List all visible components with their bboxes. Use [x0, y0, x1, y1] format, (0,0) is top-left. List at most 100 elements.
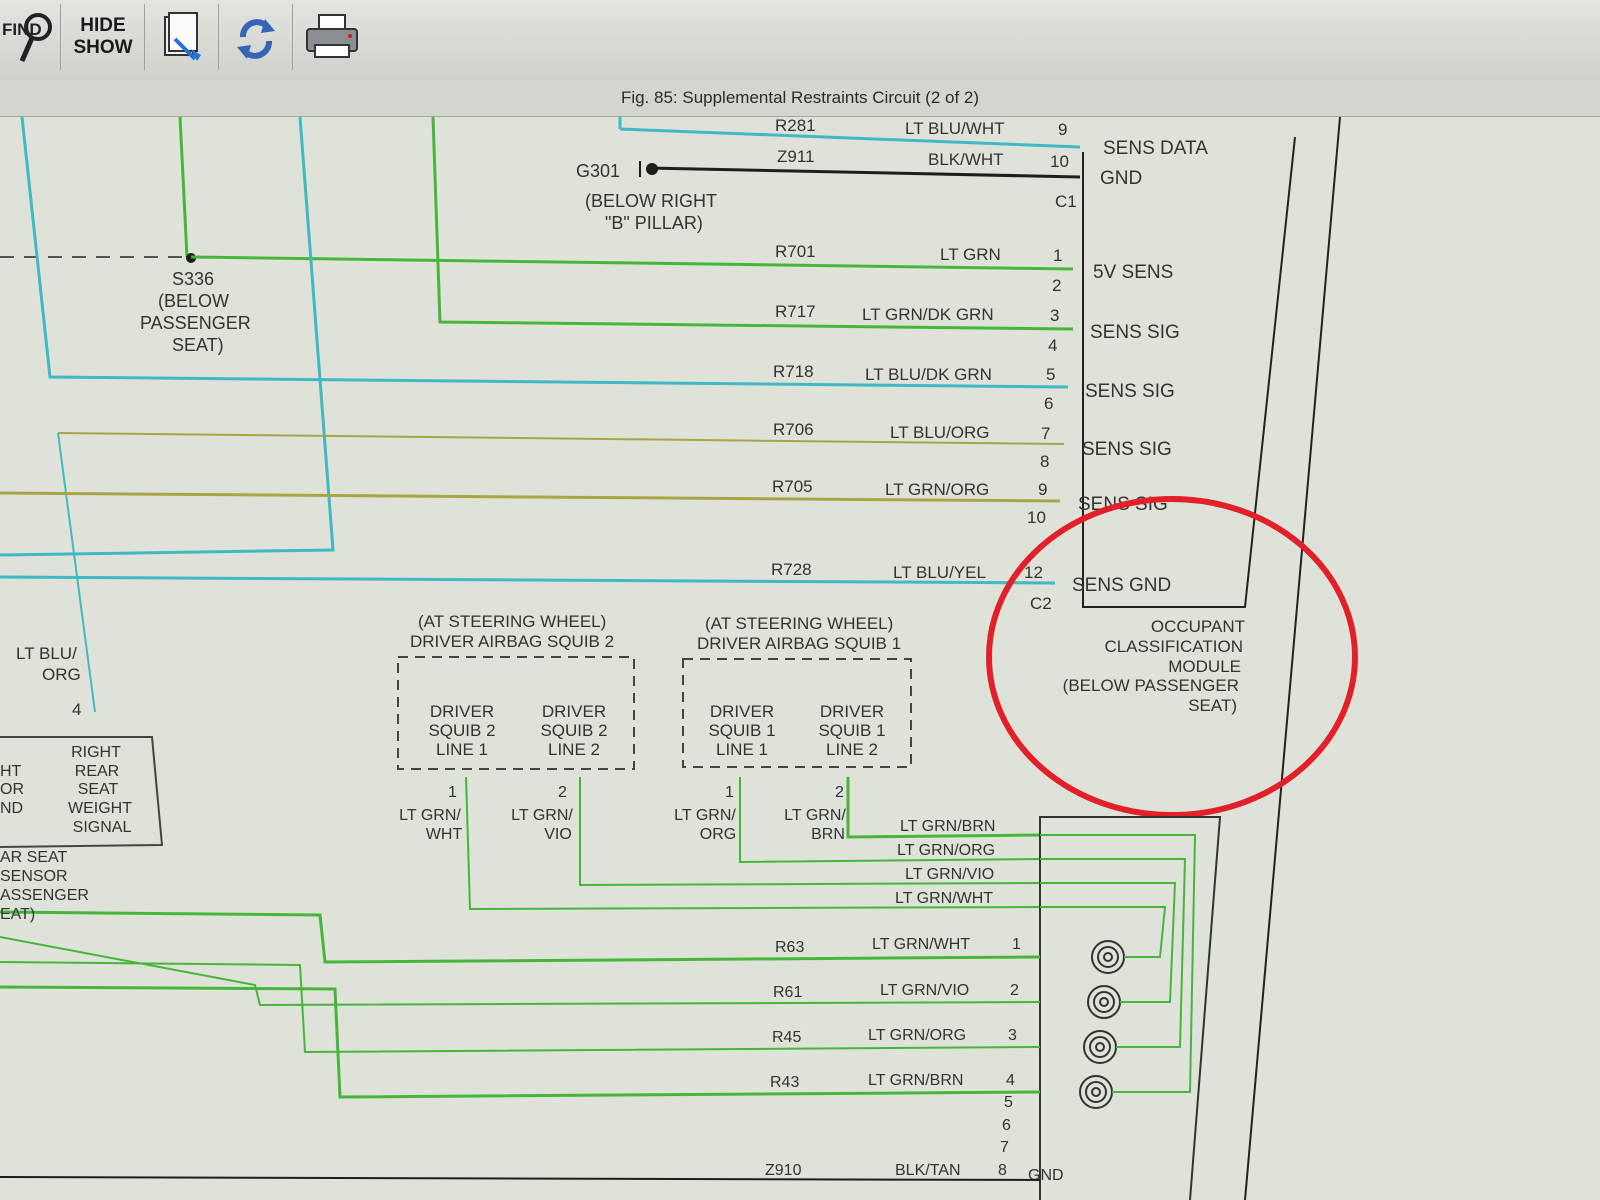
c2-pin-2: 2	[1052, 276, 1061, 295]
right-rear-l3: SEAT	[78, 781, 119, 798]
right-rear-l4: WEIGHT	[68, 800, 132, 817]
left-wire-l1: LT BLU/	[16, 644, 77, 663]
ground-g301-loc2: "B" PILLAR)	[605, 213, 703, 233]
refresh-button[interactable]	[220, 4, 293, 70]
right-rear-l5: SIGNAL	[73, 819, 132, 836]
c2-pin-6: 6	[1044, 394, 1053, 413]
hide-show-button[interactable]: HIDE SHOW	[62, 4, 145, 70]
squib2-location: (AT STEERING WHEEL)	[418, 612, 606, 631]
hide-label: HIDE	[80, 15, 126, 36]
c2-color-r717: LT GRN/DK GRN	[862, 305, 994, 324]
c1-wire-r281: R281	[775, 117, 816, 135]
squib1-wire1-b: ORG	[700, 826, 736, 843]
cs-label-org: LT GRN/ORG	[897, 842, 995, 859]
cs-color-r43: LT GRN/BRN	[868, 1072, 963, 1089]
c2-color-r718: LT BLU/DK GRN	[865, 365, 992, 384]
cs-color-r45: LT GRN/ORG	[868, 1027, 966, 1044]
left-wire-l2: ORG	[42, 665, 81, 684]
find-button[interactable]: FIND	[0, 4, 61, 70]
layers-button[interactable]	[146, 4, 219, 70]
cs-pin-3: 3	[1008, 1027, 1017, 1044]
squib1-line1-b: SQUIB 1	[708, 721, 775, 740]
squib1-line2-b: SQUIB 1	[818, 721, 885, 740]
c2-wire-r701: R701	[775, 242, 816, 261]
c2-label: C2	[1030, 594, 1052, 613]
cs-pin-8: 8	[998, 1162, 1007, 1179]
cs-pin-1: 1	[1012, 936, 1021, 953]
c2-color-r728: LT BLU/YEL	[893, 563, 986, 582]
find-label: FIND	[2, 20, 42, 39]
cs-label-wht: LT GRN/WHT	[895, 890, 993, 907]
c2-pin-8: 8	[1040, 452, 1049, 471]
cs-label-brn: LT GRN/BRN	[900, 818, 995, 835]
squib2-line1-b: SQUIB 2	[428, 721, 495, 740]
squib2-line1-c: LINE 1	[436, 740, 488, 759]
cs-wire-z910: Z910	[765, 1162, 802, 1179]
squib2-pin2: 2	[558, 784, 567, 801]
cs-pin-5: 5	[1004, 1094, 1013, 1111]
c1-wire-z911: Z911	[777, 147, 815, 166]
splice-s336-id: S336	[172, 269, 214, 289]
cs-pin-6: 6	[1002, 1117, 1011, 1134]
c2-pin-1: 1	[1053, 246, 1062, 265]
squib1-pin2: 2	[835, 784, 844, 801]
c1-color-r281: LT BLU/WHT	[905, 119, 1005, 138]
left-partial-2: OR	[0, 781, 24, 798]
right-rear-l1: RIGHT	[71, 744, 121, 761]
c2-signal-5v-sens: 5V SENS	[1093, 262, 1173, 283]
cs-color-r63: LT GRN/WHT	[872, 936, 970, 953]
splice-s336-l3: SEAT)	[172, 335, 224, 355]
squib2-wire2-b: VIO	[544, 826, 572, 843]
cs-wire-r61: R61	[773, 984, 802, 1001]
cs-signal-gnd: GND	[1028, 1167, 1064, 1184]
c2-signal-sens-sig-7: SENS SIG	[1082, 439, 1172, 460]
cs-color-r61: LT GRN/VIO	[880, 982, 969, 999]
c2-signal-sens-sig-5: SENS SIG	[1085, 381, 1175, 402]
squib2-line2-c: LINE 2	[548, 740, 600, 759]
squib2-line2-b: SQUIB 2	[540, 721, 607, 740]
ground-g301-id: G301	[576, 161, 620, 181]
squib1-line1-a: DRIVER	[710, 702, 774, 721]
cs-pin-4: 4	[1006, 1072, 1015, 1089]
ground-g301-dot	[646, 163, 658, 175]
c1-color-z911: BLK/WHT	[928, 150, 1004, 169]
squib1-line1-c: LINE 1	[716, 740, 768, 759]
squib2-wire1-a: LT GRN/	[399, 807, 461, 824]
squib1-wire2-a: LT GRN/	[784, 807, 846, 824]
c2-pin-12: 12	[1024, 563, 1043, 582]
cs-wire-r43: R43	[770, 1074, 799, 1091]
c2-pin-7: 7	[1041, 424, 1050, 443]
c2-pin-10: 10	[1027, 508, 1046, 527]
bottom-partial-2: SENSOR	[0, 868, 68, 885]
squib1-wire1-a: LT GRN/	[674, 807, 736, 824]
squib1-line2-c: LINE 2	[826, 740, 878, 759]
cs-pin-2: 2	[1010, 982, 1019, 999]
c2-pin-3: 3	[1050, 306, 1059, 325]
module-label-l5: SEAT)	[1188, 696, 1237, 715]
module-label-l4: (BELOW PASSENGER	[1063, 676, 1239, 695]
squib2-line1-a: DRIVER	[430, 702, 494, 721]
c1-signal-gnd: GND	[1100, 168, 1142, 189]
cs-wire-r63: R63	[775, 939, 804, 956]
c2-wire-r705: R705	[772, 477, 813, 496]
splice-s336-l1: (BELOW	[158, 291, 229, 311]
refresh-icon	[237, 19, 275, 59]
c2-wire-r717: R717	[775, 302, 816, 321]
c2-wire-r718: R718	[773, 362, 814, 381]
squib2-line2-a: DRIVER	[542, 702, 606, 721]
printer-icon	[306, 14, 358, 58]
c2-color-r706: LT BLU/ORG	[890, 423, 990, 442]
squib1-line2-a: DRIVER	[820, 702, 884, 721]
left-partial-1: HT	[0, 763, 22, 780]
splice-s336-l2: PASSENGER	[140, 313, 251, 333]
squib1-location: (AT STEERING WHEEL)	[705, 614, 893, 633]
c2-pin-5: 5	[1046, 365, 1055, 384]
squib1-wire2-b: BRN	[811, 826, 845, 843]
c2-color-r701: LT GRN	[940, 245, 1001, 264]
print-button[interactable]	[294, 4, 372, 70]
squib2-wire1-b: WHT	[426, 826, 463, 843]
c2-color-r705: LT GRN/ORG	[885, 480, 989, 499]
squib2-pin1: 1	[448, 784, 457, 801]
squib1-pin1: 1	[725, 784, 734, 801]
c1-label: C1	[1055, 192, 1077, 211]
